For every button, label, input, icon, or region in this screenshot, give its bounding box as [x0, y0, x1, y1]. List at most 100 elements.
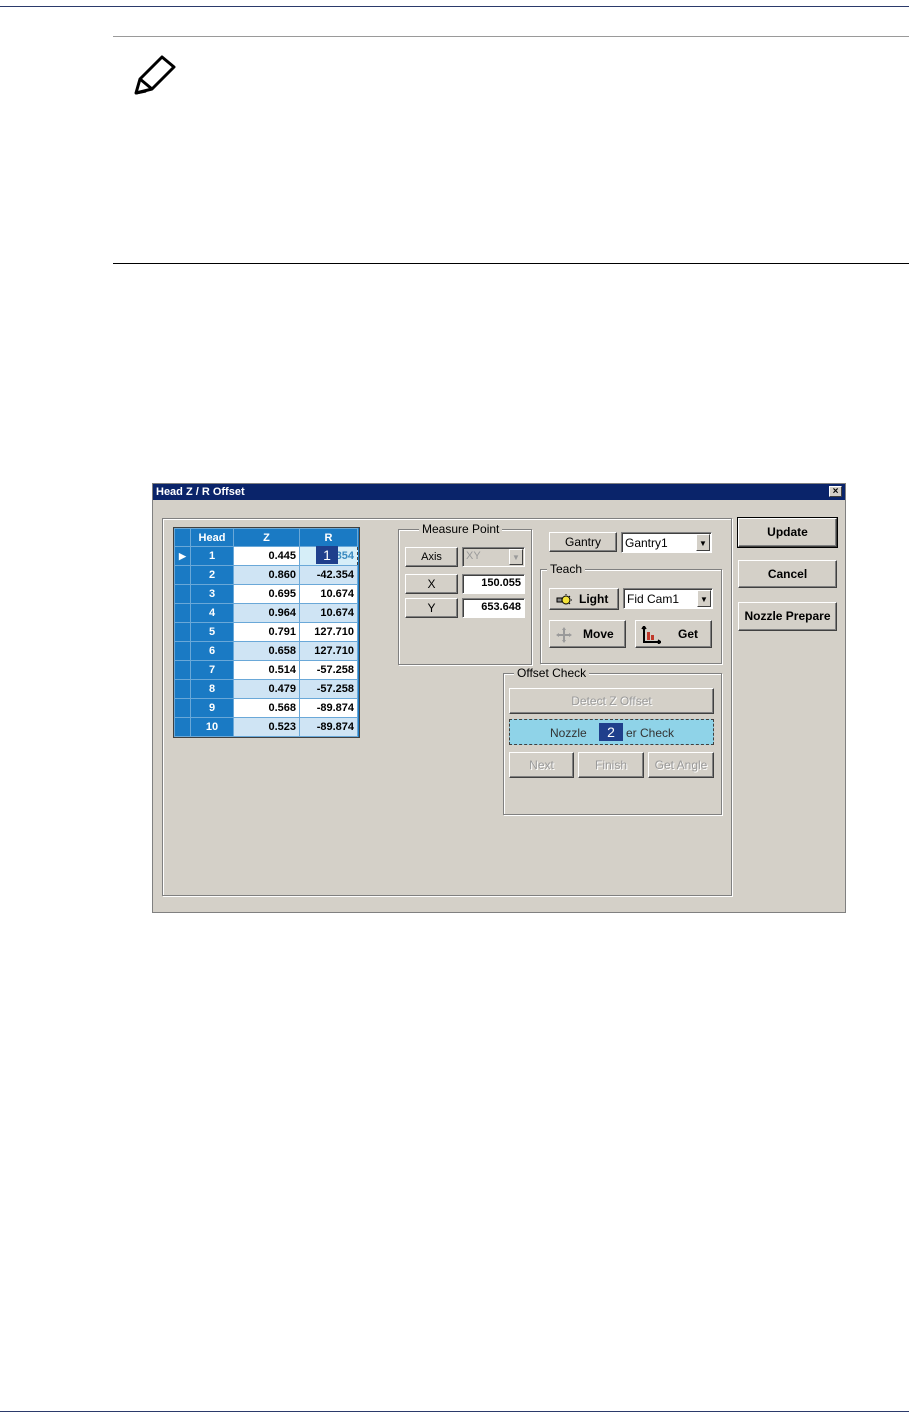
axis-label-button: Axis [405, 547, 458, 567]
table-row[interactable]: 5 0.791 127.710 [174, 622, 358, 642]
table-row[interactable]: 7 0.514 -57.258 [174, 660, 358, 680]
get-label: Get [678, 627, 699, 641]
gantry-select[interactable]: Gantry1 ▼ [621, 532, 712, 553]
row-indicator[interactable] [174, 679, 191, 699]
cell-head[interactable]: 5 [190, 622, 234, 642]
update-button[interactable]: Update [737, 517, 838, 548]
axis-select[interactable]: XY ▼ [462, 547, 525, 567]
row-indicator[interactable] [174, 565, 191, 585]
gantry-value: Gantry1 [625, 536, 668, 550]
pencil-note-icon [134, 55, 176, 95]
table-row[interactable]: 10 0.523 -89.874 [174, 717, 358, 737]
row-indicator[interactable] [174, 660, 191, 680]
next-button[interactable]: Next [509, 752, 574, 778]
grid-header-row: Head Z R [174, 528, 358, 547]
bottom-rule [0, 1411, 909, 1412]
x-value-field[interactable]: 150.055 [462, 574, 525, 594]
table-row[interactable]: 3 0.695 10.674 [174, 584, 358, 604]
cell-r[interactable]: -57.258 [299, 679, 358, 699]
cell-head[interactable]: 2 [190, 565, 234, 585]
cell-z[interactable]: 0.514 [233, 660, 300, 680]
callout-1: 1 [316, 546, 338, 564]
cell-z[interactable]: 0.695 [233, 584, 300, 604]
cell-r[interactable]: 10.674 [299, 603, 358, 623]
cell-z[interactable]: 0.523 [233, 717, 300, 737]
nozzle-check-label-left: Nozzle [550, 726, 587, 740]
row-indicator[interactable] [174, 641, 191, 661]
cell-head[interactable]: 6 [190, 641, 234, 661]
table-row[interactable]: 6 0.658 127.710 [174, 641, 358, 661]
move-arrows-icon [556, 627, 572, 643]
cell-z[interactable]: 0.964 [233, 603, 300, 623]
note-bottom-rule [113, 263, 909, 264]
get-button[interactable]: Get [635, 620, 712, 648]
col-header-z[interactable]: Z [233, 528, 300, 547]
grid-corner [174, 528, 191, 547]
head-zr-offset-dialog: Head Z / R Offset × Head Z R ▶ 1 0.445 854 2… [152, 483, 846, 913]
cell-r[interactable]: -89.874 [299, 698, 358, 718]
x-value: 150.055 [481, 577, 521, 589]
row-indicator[interactable] [174, 584, 191, 604]
row-indicator[interactable] [174, 622, 191, 642]
cell-r[interactable]: -42.354 [299, 565, 358, 585]
y-value-field[interactable]: 653.648 [462, 598, 525, 618]
camera-select[interactable]: Fid Cam1 ▼ [623, 588, 713, 609]
cell-z[interactable]: 0.568 [233, 698, 300, 718]
light-button[interactable]: Light [549, 588, 619, 610]
cell-head[interactable]: 3 [190, 584, 234, 604]
cell-head[interactable]: 10 [190, 717, 234, 737]
gantry-label-button: Gantry [549, 532, 617, 552]
cell-z[interactable]: 0.479 [233, 679, 300, 699]
teach-group: Teach [540, 562, 722, 664]
cell-z[interactable]: 0.791 [233, 622, 300, 642]
chevron-down-icon[interactable]: ▼ [509, 549, 523, 565]
move-button[interactable]: Move [549, 620, 626, 648]
close-icon[interactable]: × [829, 486, 842, 497]
cell-z[interactable]: 0.658 [233, 641, 300, 661]
cell-head[interactable]: 9 [190, 698, 234, 718]
col-header-r[interactable]: R [299, 528, 358, 547]
cell-head[interactable]: 7 [190, 660, 234, 680]
camera-value: Fid Cam1 [627, 592, 680, 606]
cell-r[interactable]: 10.674 [299, 584, 358, 604]
cell-r[interactable]: -89.874 [299, 717, 358, 737]
table-row[interactable]: 4 0.964 10.674 [174, 603, 358, 623]
get-angle-button[interactable]: Get Angle [648, 752, 714, 778]
note-top-rule [113, 36, 909, 37]
dialog-title: Head Z / R Offset [156, 486, 245, 498]
callout-2: 2 [599, 723, 623, 741]
move-label: Move [583, 627, 614, 641]
cell-r[interactable]: -57.258 [299, 660, 358, 680]
cell-z[interactable]: 0.445 [233, 546, 300, 566]
cancel-button[interactable]: Cancel [738, 560, 837, 588]
cell-r[interactable]: 127.710 [299, 622, 358, 642]
measure-point-label: Measure Point [419, 522, 503, 536]
row-indicator[interactable] [174, 717, 191, 737]
light-label: Light [579, 592, 609, 606]
row-indicator[interactable] [174, 698, 191, 718]
bulb-icon [556, 594, 572, 605]
finish-button[interactable]: Finish [578, 752, 644, 778]
axis-value: XY [466, 550, 481, 562]
chevron-down-icon[interactable]: ▼ [696, 534, 710, 551]
cell-r[interactable]: 127.710 [299, 641, 358, 661]
title-bar: Head Z / R Offset × [153, 484, 845, 500]
table-row[interactable]: 2 0.860 -42.354 [174, 565, 358, 585]
y-label-button: Y [405, 598, 458, 618]
get-position-icon [641, 626, 661, 644]
cell-z[interactable]: 0.860 [233, 565, 300, 585]
nozzle-prepare-button[interactable]: Nozzle Prepare [738, 602, 837, 631]
detect-z-offset-button[interactable]: Detect Z Offset [509, 688, 714, 714]
cell-head[interactable]: 1 [190, 546, 234, 566]
cell-head[interactable]: 8 [190, 679, 234, 699]
row-indicator[interactable] [174, 603, 191, 623]
cell-head[interactable]: 4 [190, 603, 234, 623]
offset-check-label: Offset Check [514, 666, 590, 680]
chevron-down-icon[interactable]: ▼ [697, 590, 711, 607]
teach-label: Teach [547, 562, 586, 576]
table-row[interactable]: 9 0.568 -89.874 [174, 698, 358, 718]
x-label-button: X [405, 574, 458, 594]
table-row[interactable]: 8 0.479 -57.258 [174, 679, 358, 699]
col-header-head[interactable]: Head [190, 528, 234, 547]
row-pointer-icon[interactable]: ▶ [174, 546, 191, 566]
